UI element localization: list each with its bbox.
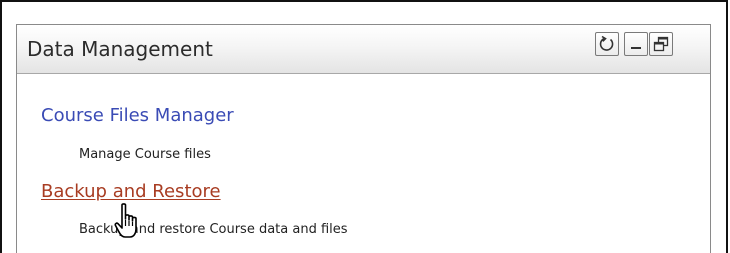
minimize-icon xyxy=(631,47,641,49)
widget-title: Data Management xyxy=(27,37,213,61)
restore-button[interactable] xyxy=(649,32,673,56)
refresh-icon xyxy=(599,35,614,51)
screenshot-stage: Data Management Course Files Manager Man… xyxy=(0,0,730,253)
course-files-description: Manage Course files xyxy=(79,147,211,162)
restore-window-icon xyxy=(653,36,669,52)
minimize-button[interactable] xyxy=(624,32,648,56)
course-files-manager-link[interactable]: Course Files Manager xyxy=(41,104,234,128)
backup-and-restore-link[interactable]: Backup and Restore xyxy=(41,180,221,204)
hand-pointer-icon xyxy=(114,203,137,238)
widget-header: Data Management xyxy=(17,25,710,74)
refresh-button[interactable] xyxy=(595,32,619,56)
